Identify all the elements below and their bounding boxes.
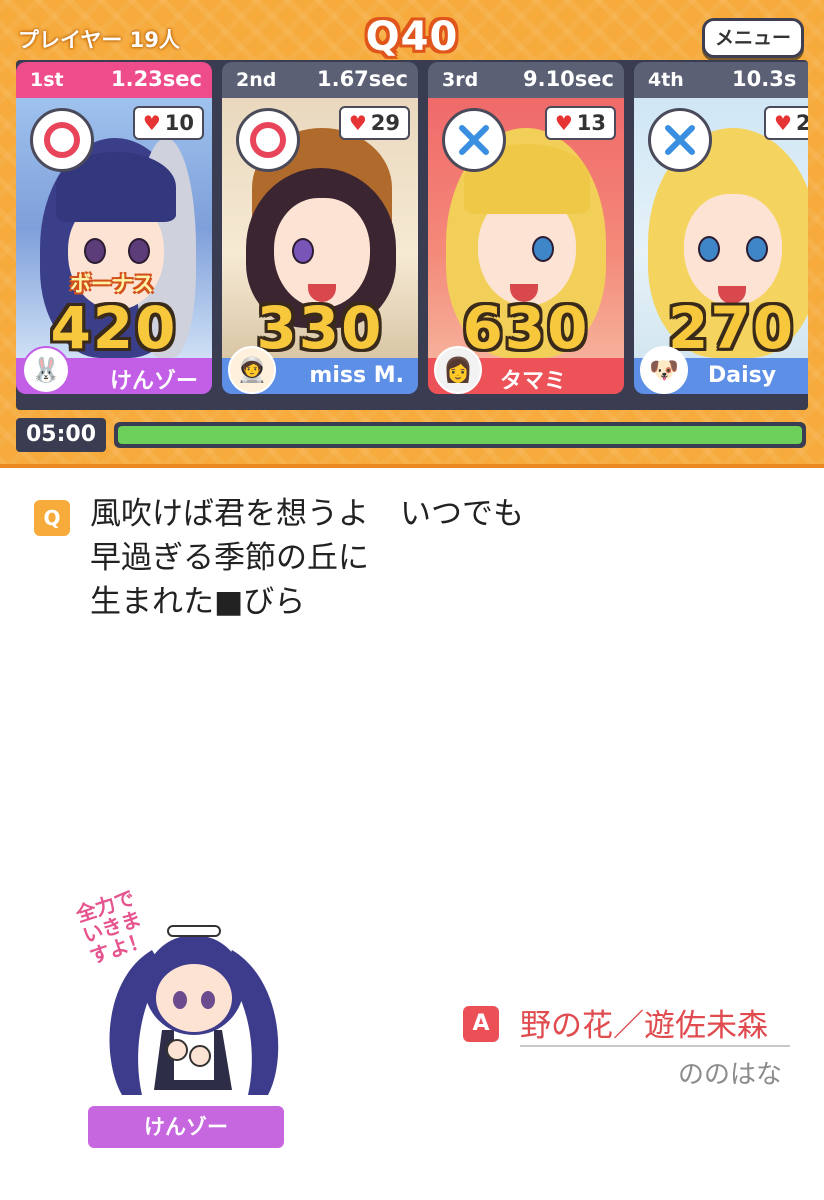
card-header: 2nd 1.67sec [222,62,418,98]
answer-time: 1.67sec [316,67,408,91]
card-art: ♥ 2 270 [634,98,808,358]
like-number: 10 [164,111,194,135]
like-count[interactable]: ♥ 10 [132,106,204,140]
heart-icon: ♥ [142,111,161,135]
rabbit-icon: 🐰 [22,346,70,394]
portrait-icon: 👩 [434,346,482,394]
question-badge: Q [34,500,70,536]
time-bar [114,422,806,448]
rank-label: 3rd [442,69,479,91]
like-count[interactable]: ♥ 2 [764,106,808,140]
answer-badge: A [463,1006,499,1042]
timer: 05:00 [16,418,106,452]
player-name: タマミ [499,369,566,394]
like-count[interactable]: ♥ 13 [544,106,616,140]
answer-time: 1.23sec [110,67,202,91]
player-card-2[interactable]: 2nd 1.67sec ♥ 29 330 [222,62,418,394]
answer-reading: ののはな [677,1060,782,1090]
question-text: 風吹けば君を想うよ いつでも 早過ぎる季節の丘に 生まれた■びら [90,496,524,620]
like-count[interactable]: ♥ 29 [338,106,410,140]
like-number: 2 [795,111,808,135]
player-name: けんゾー [109,369,198,394]
correct-mark-icon [30,108,94,172]
answer-time: 9.10sec [522,67,614,91]
correct-mark-icon [236,108,300,172]
ranking-board: 1st 1.23sec ♥ 10 ボーナス 420 けんゾー 🐰 2nd 1.6… [16,60,808,410]
game-header: プレイヤー 19人 Q40 メニュー 1st 1.23sec ♥ 10 ボーナス… [0,0,824,468]
player-name: miss M. [309,363,404,388]
player-card-3[interactable]: 3rd 9.10sec ♥ 13 630 タマミ 👩 [428,62,624,394]
astronaut-icon: 🧑‍🚀 [228,346,276,394]
dog-icon: 🐶 [640,346,688,394]
card-art: ♥ 13 630 [428,98,624,358]
wrong-mark-icon [648,108,712,172]
time-bar-fill [118,426,802,444]
question-number: Q40 [365,14,459,60]
card-art: ♥ 10 ボーナス 420 [16,98,212,358]
answer-divider [520,1045,790,1047]
heart-icon: ♥ [554,111,573,135]
rank-label: 1st [30,69,64,91]
card-art: ♥ 29 330 [222,98,418,358]
card-header: 3rd 9.10sec [428,62,624,98]
card-header: 1st 1.23sec [16,62,212,98]
card-header: 4th 10.3s [634,62,808,98]
answer-time: 10.3s [732,67,797,91]
heart-icon: ♥ [774,111,792,135]
chibi-sticker: 全力でいきますよ！ [73,885,298,1102]
rank-label: 4th [648,69,684,91]
sticker-player-name: けんゾー [88,1106,284,1148]
wrong-mark-icon [442,108,506,172]
rank-label: 2nd [236,69,277,91]
like-number: 29 [370,111,400,135]
like-number: 13 [576,111,606,135]
menu-button[interactable]: メニュー [702,18,804,58]
player-card-1[interactable]: 1st 1.23sec ♥ 10 ボーナス 420 けんゾー 🐰 [16,62,212,394]
player-card-4[interactable]: 4th 10.3s ♥ 2 270 Daisy 🐶 [634,62,808,394]
heart-icon: ♥ [348,111,367,135]
player-name: Daisy [708,363,777,388]
answer-text: 野の花／遊佐未森 [520,1008,768,1044]
